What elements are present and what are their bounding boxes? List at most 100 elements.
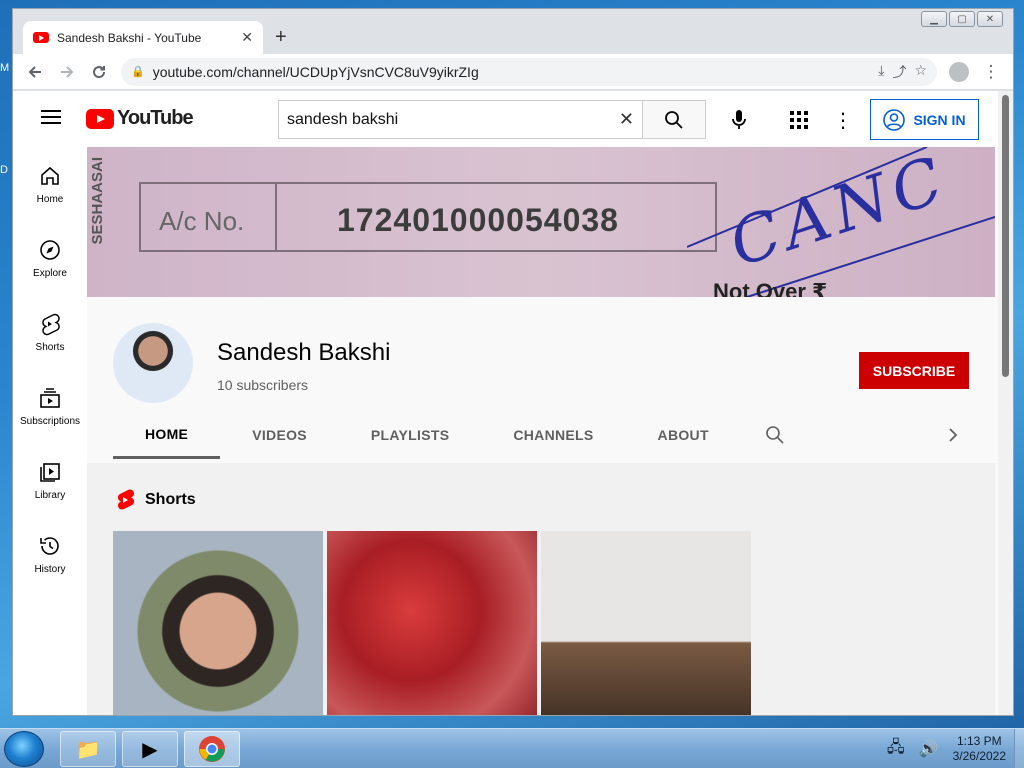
tab-videos[interactable]: VIDEOS [220,411,339,459]
sidebar-item-label: Home [36,193,64,205]
minimize-button[interactable]: ▁ [921,11,947,27]
shorts-logo-icon [117,489,135,510]
clear-search-icon[interactable]: ✕ [619,109,634,130]
sidebar-item-explore[interactable]: Explore [13,221,87,295]
reload-icon [93,65,106,78]
search-input[interactable]: sandesh bakshi ✕ [278,100,643,139]
chevron-right-icon [949,428,958,442]
tab-home[interactable]: HOME [113,411,221,459]
search-icon [766,426,784,444]
subscribe-button[interactable]: SUBSCRIBE [859,352,969,389]
clock-time: 1:13 PM [956,734,1002,748]
profile-avatar-icon[interactable] [949,61,969,82]
youtube-play-icon [86,108,114,129]
search-query: sandesh bakshi [287,110,399,128]
search-icon [665,110,683,129]
page-scrollbar[interactable] [998,91,1013,715]
new-tab-button[interactable]: + [275,26,287,49]
desktop-label-fragment: M [0,62,10,74]
back-button[interactable] [19,58,51,86]
install-icon[interactable]: ⤓ [878,62,884,82]
windows-taskbar: 📁 ▶ 🖧 🔊 1:13 PM 3/26/2022 [0,728,1024,768]
browser-tab[interactable]: Sandesh Bakshi - YouTube ✕ [23,21,263,54]
bookmark-star-icon[interactable]: ☆ [914,62,927,82]
reload-button[interactable] [83,58,115,86]
youtube-header: YouTube sandesh bakshi ✕ ⋮ SIGN IN [13,91,998,147]
lock-icon: 🔒 [131,66,145,78]
sidebar-item-shorts[interactable]: Shorts [13,295,87,369]
shorts-section-title: Shorts [145,491,196,508]
microphone-icon [732,110,746,129]
forward-button[interactable] [51,58,83,86]
sign-in-label: SIGN IN [913,111,966,128]
chrome-taskbar-icon[interactable] [184,731,240,767]
sign-in-button[interactable]: SIGN IN [870,99,979,140]
show-desktop-button[interactable] [1014,729,1024,768]
short-thumbnail[interactable] [541,531,751,715]
channel-banner: SESHAASAI A/c No. 172401000054038 CANC N… [87,147,995,297]
tabs-next-button[interactable] [941,423,965,447]
shorts-section-header: Shorts [115,489,196,511]
forward-arrow-icon [61,65,74,78]
banner-ac-label: A/c No. [159,206,245,236]
start-button[interactable] [4,731,44,767]
apps-button[interactable] [781,102,817,138]
network-icon[interactable]: 🖧 [887,736,905,763]
sidebar-item-library[interactable]: Library [13,443,87,517]
tab-title: Sandesh Bakshi - YouTube [57,30,202,45]
system-tray: 🖧 🔊 1:13 PM 3/26/2022 [887,734,1006,764]
channel-avatar[interactable] [113,323,193,403]
youtube-page: YouTube sandesh bakshi ✕ ⋮ SIGN IN Home … [13,91,1013,715]
banner-side-text: SESHAASAI [89,157,106,245]
short-thumbnail[interactable] [327,531,537,715]
shorts-shelf [113,531,751,715]
address-bar[interactable]: 🔒 youtube.com/channel/UCDUpYjVsnCVC8uV9y… [121,57,937,86]
youtube-logo[interactable]: YouTube [86,107,194,130]
library-icon [40,462,60,482]
channel-search-button[interactable] [755,415,795,455]
explorer-taskbar-icon[interactable]: 📁 [60,731,116,767]
share-icon[interactable]: ⤴ [892,62,906,82]
settings-more-icon[interactable]: ⋮ [825,102,861,138]
sidebar-item-home[interactable]: Home [13,147,87,221]
tab-channels[interactable]: CHANNELS [481,411,625,459]
banner-account-number: 172401000054038 [337,202,619,238]
scrollbar-thumb[interactable] [1002,95,1009,377]
search-button[interactable] [642,100,706,139]
sidebar-item-subscriptions[interactable]: Subscriptions [13,369,87,443]
sidebar-item-label: Shorts [35,341,65,353]
account-circle-icon [883,108,906,131]
media-player-taskbar-icon[interactable]: ▶ [122,731,178,767]
youtube-favicon-icon [33,32,49,43]
subscriber-count: 10 subscribers [217,377,309,393]
url-text: youtube.com/channel/UCDUpYjVsnCVC8uV9yik… [152,63,479,80]
chrome-icon [199,736,225,762]
sidebar-item-label: Explore [33,267,67,279]
tab-about[interactable]: ABOUT [626,411,741,459]
maximize-button[interactable]: ▢ [949,11,975,27]
tab-playlists[interactable]: PLAYLISTS [339,411,481,459]
tab-close-icon[interactable]: ✕ [241,29,253,46]
close-window-button[interactable]: ✕ [977,11,1003,27]
browser-toolbar: 🔒 youtube.com/channel/UCDUpYjVsnCVC8uV9y… [13,54,1013,90]
mini-guide-sidebar: Home Explore Shorts Subscriptions Librar… [13,147,87,715]
history-icon [40,536,59,555]
window-controls: ▁ ▢ ✕ [921,11,1003,27]
home-icon [41,166,59,185]
desktop-label-fragment: D [0,164,8,176]
sidebar-item-history[interactable]: History [13,517,87,591]
short-thumbnail[interactable] [113,531,323,715]
volume-icon[interactable]: 🔊 [919,739,939,759]
chrome-window: Sandesh Bakshi - YouTube ✕ + ▁ ▢ ✕ 🔒 you… [12,8,1014,716]
shorts-icon [42,313,60,335]
voice-search-button[interactable] [721,102,757,138]
channel-name: Sandesh Bakshi [217,339,391,366]
taskbar-clock[interactable]: 1:13 PM 3/26/2022 [953,734,1006,764]
subscriptions-icon [40,387,60,408]
sidebar-item-label: Library [34,489,66,501]
clock-date: 3/26/2022 [952,749,1006,763]
compass-icon [40,239,60,260]
apps-grid-icon [790,111,808,129]
chrome-menu-icon[interactable]: ⋮ [975,58,1007,86]
hamburger-menu-icon[interactable] [41,110,61,124]
